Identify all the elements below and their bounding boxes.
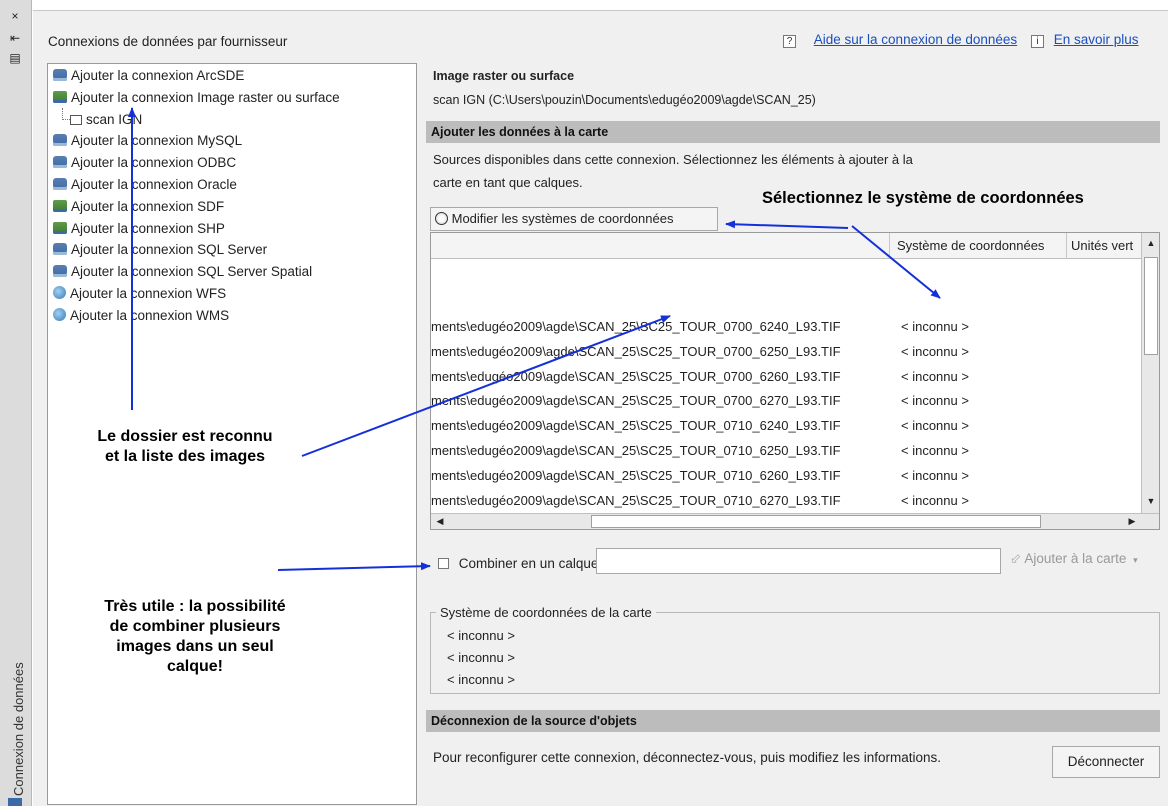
- arrow-to-modify-button: [725, 220, 849, 229]
- annotation-arrows: [128, 107, 941, 571]
- arrow-to-crs-column: [851, 225, 941, 299]
- arrow-to-combine: [277, 562, 431, 571]
- arrow-to-image-list: [301, 315, 671, 457]
